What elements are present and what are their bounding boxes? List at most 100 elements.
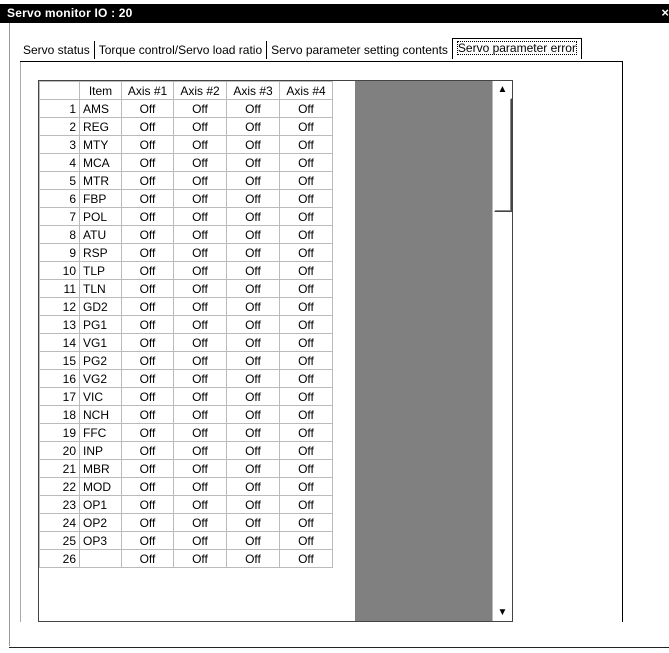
vertical-scrollbar[interactable]: ▲ ▼ <box>492 81 512 621</box>
axis-3-cell[interactable]: Off <box>226 207 280 226</box>
axis-1-cell[interactable]: Off <box>121 99 174 118</box>
item-cell[interactable]: MCA <box>79 153 122 172</box>
axis-4-cell[interactable]: Off <box>279 261 333 280</box>
tab-servo-parameter-setting[interactable]: Servo parameter setting contents <box>266 41 451 59</box>
axis-1-cell[interactable]: Off <box>121 369 174 388</box>
item-cell[interactable]: FFC <box>79 423 122 442</box>
axis-3-cell[interactable]: Off <box>226 225 280 244</box>
axis-3-cell[interactable]: Off <box>226 297 280 316</box>
axis-3-cell[interactable]: Off <box>226 351 280 370</box>
axis-1-cell[interactable]: Off <box>121 441 174 460</box>
axis-4-cell[interactable]: Off <box>279 477 333 496</box>
item-cell[interactable]: TLP <box>79 261 122 280</box>
axis-2-cell[interactable]: Off <box>173 315 227 334</box>
axis-2-cell[interactable]: Off <box>173 405 227 424</box>
axis-1-cell[interactable]: Off <box>121 423 174 442</box>
axis-3-cell[interactable]: Off <box>226 495 280 514</box>
axis-4-cell[interactable]: Off <box>279 315 333 334</box>
axis-2-cell[interactable]: Off <box>173 441 227 460</box>
item-cell[interactable]: POL <box>79 207 122 226</box>
axis-1-cell[interactable]: Off <box>121 459 174 478</box>
axis-3-cell[interactable]: Off <box>226 171 280 190</box>
axis-3-cell[interactable]: Off <box>226 405 280 424</box>
axis-2-cell[interactable]: Off <box>173 279 227 298</box>
axis-4-cell[interactable]: Off <box>279 189 333 208</box>
axis-2-cell[interactable]: Off <box>173 171 227 190</box>
axis-3-cell[interactable]: Off <box>226 477 280 496</box>
tab-servo-status[interactable]: Servo status <box>20 41 93 59</box>
axis-1-cell[interactable]: Off <box>121 153 174 172</box>
item-cell[interactable]: OP2 <box>79 513 122 532</box>
close-button[interactable]: × <box>659 6 669 20</box>
axis-4-cell[interactable]: Off <box>279 549 333 568</box>
item-cell[interactable]: VG2 <box>79 369 122 388</box>
axis-1-cell[interactable]: Off <box>121 207 174 226</box>
item-cell[interactable]: PG2 <box>79 351 122 370</box>
axis-1-cell[interactable]: Off <box>121 171 174 190</box>
item-cell[interactable]: FBP <box>79 189 122 208</box>
axis-1-cell[interactable]: Off <box>121 351 174 370</box>
axis-2-cell[interactable]: Off <box>173 207 227 226</box>
axis-2-cell[interactable]: Off <box>173 351 227 370</box>
axis-3-cell[interactable]: Off <box>226 369 280 388</box>
axis-4-cell[interactable]: Off <box>279 369 333 388</box>
axis-3-cell[interactable]: Off <box>226 135 280 154</box>
axis-3-cell[interactable]: Off <box>226 423 280 442</box>
item-cell[interactable]: RSP <box>79 243 122 262</box>
axis-2-cell[interactable]: Off <box>173 531 227 550</box>
item-cell[interactable]: NCH <box>79 405 122 424</box>
axis-4-cell[interactable]: Off <box>279 405 333 424</box>
axis-2-cell[interactable]: Off <box>173 297 227 316</box>
axis-4-cell[interactable]: Off <box>279 423 333 442</box>
axis-4-cell[interactable]: Off <box>279 351 333 370</box>
axis-3-cell[interactable]: Off <box>226 333 280 352</box>
axis-1-cell[interactable]: Off <box>121 189 174 208</box>
axis-1-cell[interactable]: Off <box>121 315 174 334</box>
axis-2-cell[interactable]: Off <box>173 387 227 406</box>
item-cell[interactable]: VIC <box>79 387 122 406</box>
axis-2-cell[interactable]: Off <box>173 243 227 262</box>
item-cell[interactable]: MTR <box>79 171 122 190</box>
axis-4-cell[interactable]: Off <box>279 531 333 550</box>
axis-4-cell[interactable]: Off <box>279 117 333 136</box>
item-cell[interactable]: MBR <box>79 459 122 478</box>
axis-2-cell[interactable]: Off <box>173 549 227 568</box>
item-cell[interactable]: REG <box>79 117 122 136</box>
axis-2-cell[interactable]: Off <box>173 459 227 478</box>
scroll-thumb[interactable] <box>494 98 512 212</box>
axis-2-cell[interactable]: Off <box>173 369 227 388</box>
item-cell[interactable]: PG1 <box>79 315 122 334</box>
axis-4-cell[interactable]: Off <box>279 171 333 190</box>
axis-1-cell[interactable]: Off <box>121 549 174 568</box>
axis-3-cell[interactable]: Off <box>226 459 280 478</box>
axis-1-cell[interactable]: Off <box>121 279 174 298</box>
axis-4-cell[interactable]: Off <box>279 297 333 316</box>
item-cell[interactable]: ATU <box>79 225 122 244</box>
axis-4-cell[interactable]: Off <box>279 441 333 460</box>
scroll-down-button[interactable]: ▼ <box>494 604 511 621</box>
tab-servo-parameter-error[interactable]: Servo parameter error <box>451 38 582 59</box>
axis-2-cell[interactable]: Off <box>173 117 227 136</box>
axis-1-cell[interactable]: Off <box>121 531 174 550</box>
axis-4-cell[interactable]: Off <box>279 279 333 298</box>
item-cell[interactable]: OP1 <box>79 495 122 514</box>
axis-3-cell[interactable]: Off <box>226 117 280 136</box>
axis-3-cell[interactable]: Off <box>226 189 280 208</box>
axis-4-cell[interactable]: Off <box>279 225 333 244</box>
item-cell[interactable]: AMS <box>79 99 122 118</box>
item-cell[interactable]: MTY <box>79 135 122 154</box>
item-cell[interactable]: VG1 <box>79 333 122 352</box>
scroll-up-button[interactable]: ▲ <box>494 81 511 98</box>
axis-1-cell[interactable]: Off <box>121 297 174 316</box>
axis-4-cell[interactable]: Off <box>279 513 333 532</box>
item-cell[interactable] <box>79 549 122 568</box>
axis-4-cell[interactable]: Off <box>279 99 333 118</box>
axis-2-cell[interactable]: Off <box>173 153 227 172</box>
axis-3-cell[interactable]: Off <box>226 279 280 298</box>
axis-1-cell[interactable]: Off <box>121 405 174 424</box>
axis-2-cell[interactable]: Off <box>173 261 227 280</box>
item-cell[interactable]: OP3 <box>79 531 122 550</box>
axis-3-cell[interactable]: Off <box>226 153 280 172</box>
axis-4-cell[interactable]: Off <box>279 387 333 406</box>
item-cell[interactable]: GD2 <box>79 297 122 316</box>
